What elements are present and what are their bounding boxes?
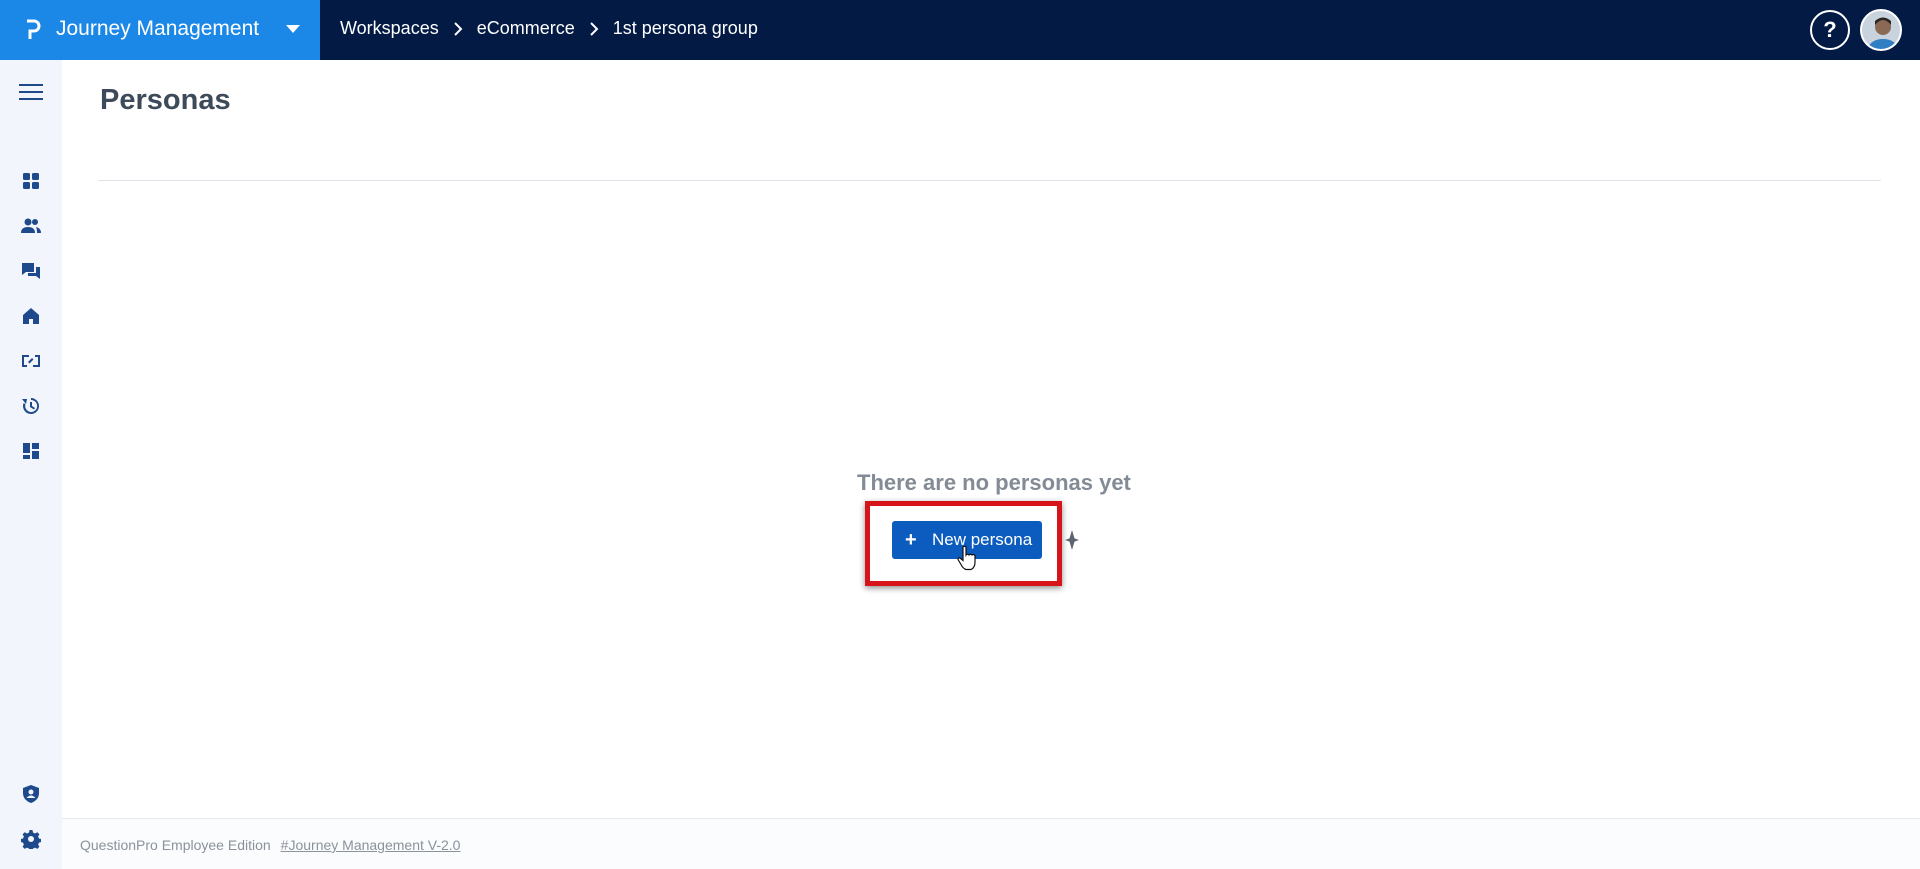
page-title: Personas [100, 84, 231, 116]
new-persona-label: New persona [932, 530, 1033, 549]
empty-state-message: There are no personas yet [857, 470, 1131, 495]
dashboard-icon [23, 173, 39, 189]
history-icon [22, 398, 39, 414]
sidebar-item-security[interactable] [16, 779, 46, 809]
sidebar [0, 60, 62, 869]
sidebar-item-home[interactable] [16, 301, 46, 331]
widgets-icon [23, 443, 39, 459]
help-button[interactable]: ? [1810, 10, 1850, 50]
footer-info: QuestionPro Employee Edition #Journey Ma… [80, 837, 460, 853]
breadcrumb-workspaces[interactable]: Workspaces [340, 18, 439, 39]
top-bar: Journey Management Workspaces eCommerce … [0, 0, 1920, 60]
map-icon [22, 355, 40, 367]
divider [98, 180, 1881, 181]
shield-icon [23, 785, 39, 803]
sidebar-item-personas[interactable] [16, 211, 46, 241]
footer: QuestionPro Employee Edition #Journey Ma… [62, 818, 1920, 869]
app-title: Journey Management [56, 17, 260, 40]
hand-cursor-icon [957, 545, 976, 571]
user-avatar-icon [1862, 11, 1900, 49]
edition-label: QuestionPro Employee Edition [80, 837, 271, 853]
sidebar-item-journeys[interactable] [16, 346, 46, 376]
sidebar-item-feedback[interactable] [16, 256, 46, 286]
gear-icon [21, 830, 41, 849]
sidebar-item-history[interactable] [16, 391, 46, 421]
sidebar-item-dashboard[interactable] [16, 166, 46, 196]
breadcrumb-ecommerce[interactable]: eCommerce [477, 18, 575, 39]
sidebar-item-settings[interactable] [16, 824, 46, 854]
chevron-right-icon [453, 21, 463, 36]
users-icon [21, 218, 41, 233]
app-switcher[interactable]: Journey Management [0, 0, 320, 60]
menu-toggle-button[interactable] [16, 77, 46, 107]
chevron-right-icon [590, 21, 599, 36]
breadcrumb-persona-group[interactable]: 1st persona group [613, 18, 758, 39]
plus-icon: + [905, 528, 917, 551]
main-content: Personas There are no personas yet + New… [62, 60, 1920, 869]
sparkle-icon [1065, 530, 1079, 550]
chevron-down-icon[interactable] [286, 25, 300, 33]
avatar[interactable] [1860, 9, 1902, 51]
sidebar-item-widgets[interactable] [16, 436, 46, 466]
breadcrumb: Workspaces eCommerce 1st persona group [340, 18, 758, 39]
hamburger-icon [19, 84, 43, 100]
home-icon [23, 308, 39, 324]
version-link[interactable]: #Journey Management V-2.0 [281, 837, 461, 853]
app-logo-icon [27, 19, 41, 39]
chat-icon [22, 263, 40, 279]
